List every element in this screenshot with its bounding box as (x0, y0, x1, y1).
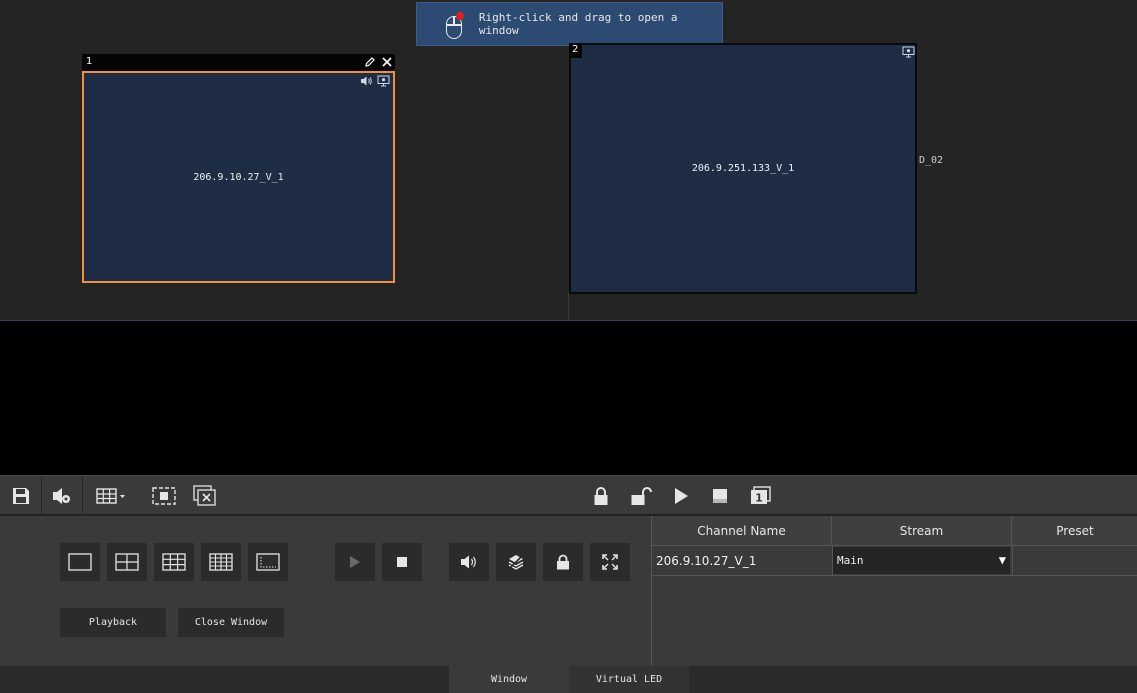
hint-banner: Right-click and drag to open a window (416, 2, 723, 46)
table-row[interactable]: 206.9.10.27_V_1 Main ▼ (652, 546, 1137, 576)
channel-name-cell: 206.9.10.27_V_1 (656, 554, 757, 568)
close-window-button[interactable]: Close Window (178, 608, 284, 637)
wall-window-2[interactable]: 206.9.251.133_V_1 2 (569, 43, 917, 294)
layers-icon[interactable] (496, 543, 536, 581)
monitor-icon (902, 45, 915, 58)
layout-1x1-icon[interactable] (60, 543, 100, 581)
audio-icon[interactable] (449, 543, 489, 581)
tab-virtual-led[interactable]: Virtual LED (569, 666, 689, 693)
channel-table: Channel Name Stream Preset 206.9.10.27_V… (651, 516, 1137, 666)
close-all-windows-icon[interactable] (185, 476, 225, 516)
preview-area[interactable] (0, 320, 1137, 475)
layout-custom-icon[interactable] (248, 543, 288, 581)
table-header: Channel Name Stream Preset (652, 516, 1137, 546)
window-channel-label: 206.9.10.27_V_1 (193, 171, 284, 183)
column-header-stream[interactable]: Stream (832, 516, 1012, 546)
bottom-tab-bar: Window Virtual LED (0, 666, 1137, 693)
save-icon[interactable] (0, 476, 41, 516)
lock-icon[interactable] (543, 543, 583, 581)
grid-dropdown-icon[interactable] (92, 476, 132, 516)
window-pane[interactable]: 206.9.251.133_V_1 (569, 43, 917, 294)
window-number-tag: 2 (569, 43, 582, 58)
window-channel-label: 206.9.251.133_V_1 (691, 163, 795, 174)
center-window-icon[interactable] (144, 476, 184, 516)
window-pane[interactable]: 206.9.10.27_V_1 (82, 71, 395, 283)
screen-divider (568, 292, 569, 320)
play-icon[interactable] (670, 476, 692, 516)
unlock-icon[interactable] (628, 476, 654, 516)
close-icon[interactable] (380, 55, 393, 68)
video-wall-canvas[interactable]: Right-click and drag to open a window 1 (0, 0, 1137, 320)
screen-label: D_02 (919, 155, 944, 166)
svg-text:1: 1 (755, 492, 763, 505)
wall-window-1[interactable]: 1 206.9.10.27_V_1 (82, 54, 395, 283)
speaker-icon (360, 74, 373, 87)
pencil-icon[interactable] (363, 55, 376, 68)
lock-icon[interactable] (590, 476, 612, 516)
stop-icon[interactable] (382, 543, 422, 581)
stream-select[interactable]: Main ▼ (833, 547, 1010, 574)
layout-4x4-icon[interactable] (201, 543, 241, 581)
window-titlebar[interactable]: 1 (82, 54, 395, 71)
layout-3x3-icon[interactable] (154, 543, 194, 581)
main-toolbar: 1 (0, 475, 1137, 516)
window-number: 1 (86, 56, 93, 67)
single-screen-icon[interactable]: 1 (748, 476, 774, 516)
mouse-right-click-icon (443, 8, 465, 40)
playback-button[interactable]: Playback (60, 608, 166, 637)
tab-window[interactable]: Window (449, 666, 569, 693)
app-root: Right-click and drag to open a window 1 (0, 0, 1137, 693)
stop-icon[interactable] (709, 476, 731, 516)
fullscreen-icon[interactable] (590, 543, 630, 581)
audio-settings-icon[interactable] (42, 476, 82, 516)
hint-text: Right-click and drag to open a window (478, 11, 678, 37)
chevron-down-icon: ▼ (998, 553, 1006, 567)
stream-select-value: Main (837, 554, 864, 567)
layout-2x2-icon[interactable] (107, 543, 147, 581)
control-panel: Playback Close Window (0, 516, 651, 666)
column-header-preset[interactable]: Preset (1012, 516, 1137, 546)
monitor-icon (377, 74, 390, 87)
play-icon[interactable] (335, 543, 375, 581)
column-header-channel-name[interactable]: Channel Name (652, 516, 832, 546)
